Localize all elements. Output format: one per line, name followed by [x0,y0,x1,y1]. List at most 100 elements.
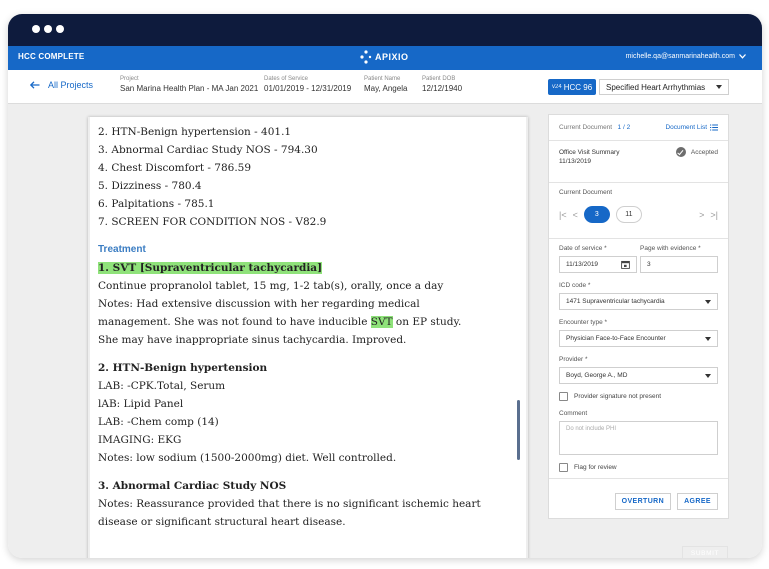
doc-line: 7. SCREEN FOR CONDITION NOS - V82.9 [98,216,327,228]
doc-line: lAB: Lipid Panel [98,398,184,410]
hcc-version: v24 [552,84,562,90]
logo-text: APIXIO [375,52,409,62]
window-dot-icon[interactable] [32,25,40,33]
doc-line: Notes: low sodium (1500-2000mg) diet. We… [98,452,397,464]
icd-label: ICD code * [559,282,591,289]
doc-line: 4. Chest Discomfort - 786.59 [98,162,252,174]
calendar-icon[interactable] [621,260,630,269]
dates-value: 01/01/2019 - 12/31/2019 [264,84,352,93]
doc-line: 5. Dizziness - 780.4 [98,180,202,192]
last-page-icon[interactable]: >| [710,210,718,220]
doc-text: management. She was not found to have in… [98,316,368,328]
doc-date: 11/13/2019 [559,158,592,165]
back-label: All Projects [48,80,94,90]
doc-text: on EP study. [395,316,462,328]
workspace: 2. HTN-Benign hypertension - 401.1 3. Ab… [8,104,762,558]
page-evidence-field[interactable]: 3 [640,256,718,273]
checkbox[interactable] [559,463,568,472]
document-viewer[interactable]: 2. HTN-Benign hypertension - 401.1 3. Ab… [90,117,526,558]
chevron-down-icon [739,54,746,59]
current-document-counter: Current Document 1 / 2 [559,124,631,131]
icd-select[interactable]: 1471 Supraventricular tachycardia [559,293,718,310]
doc-line: Continue propranolol tablet, 15 mg, 1-2 … [98,280,444,292]
agree-button[interactable]: AGREE [677,493,718,510]
overturn-button[interactable]: OVERTURN [614,493,672,510]
document-scrollbar[interactable] [517,400,520,460]
doc-line: 6. Palpitations - 785.1 [98,198,215,210]
chevron-down-icon [705,373,711,378]
encounter-select[interactable]: Physician Face-to-Face Encounter [559,330,718,347]
doc-line: management. She was not found to have in… [98,313,518,331]
encounter-label: Encounter type * [559,319,608,326]
dob-meta: Patient DOB 12/12/1940 [422,76,462,93]
check-circle-icon [675,147,686,157]
hcc-select[interactable]: Specified Heart Arrhythmias [599,79,729,95]
window-dot-icon[interactable] [56,25,64,33]
document-list-link[interactable]: Document List [665,124,718,131]
doc-title: Office Visit Summary [559,148,620,156]
dob-key: Patient DOB [422,76,456,82]
doc-line: 2. HTN-Benign hypertension - 401.1 [98,126,292,138]
doc-line: LAB: -CPK.Total, Serum [98,380,226,392]
submit-button[interactable]: SUBMIT [682,546,728,558]
patient-key: Patient Name [364,76,401,82]
hcc-select-value: Specified Heart Arrhythmias [606,82,706,92]
doc-line: IMAGING: EKG [98,434,182,446]
accepted-status: Accepted [675,147,718,157]
dates-key: Dates of Service [264,76,309,82]
svt-heading-highlight[interactable]: 1. SVT [Supraventricular tachycardia] [98,262,323,274]
prev-page-icon[interactable]: < [573,210,578,220]
dates-meta: Dates of Service 01/01/2019 - 12/31/2019 [264,76,351,93]
treatment-heading: Treatment [98,244,146,255]
flag-checkbox[interactable]: Flag for review [559,463,718,472]
dob-value: 12/12/1940 [422,84,463,93]
provider-select[interactable]: Boyd, George A., MD [559,367,718,384]
chevron-down-icon [705,299,711,304]
doc-nav-header: Current Document 1 / 2 Document List [549,115,728,141]
logo-icon [360,50,372,64]
comment-input[interactable]: Do not include PHI [559,421,718,455]
checkbox[interactable] [559,392,568,401]
date-of-service-label: Date of service * [559,245,607,252]
browser-window: HCC COMPLETE APIXIO michelle.qa@sanmarin… [8,14,762,558]
document-card[interactable]: Office Visit Summary Accepted 11/13/2019 [549,141,728,183]
comment-label: Comment [559,410,588,417]
doc-line: She may have inappropriate sinus tachyca… [98,334,407,346]
doc-line: LAB: -Chem comp (14) [98,416,219,428]
first-page-icon[interactable]: |< [559,210,567,220]
doc-line: disease or significant structural heart … [98,516,346,528]
project-key: Project [120,76,139,82]
user-menu[interactable]: michelle.qa@sanmarinahealth.com [626,53,746,60]
patient-value: May, Angela [364,84,408,93]
acs-heading: 3. Abnormal Cardiac Study NOS [98,480,287,492]
chevron-down-icon [716,85,722,89]
page-navigator: Current Document |< < 3 11 > >| [549,183,728,239]
signature-checkbox[interactable]: Provider signature not present [559,392,718,401]
all-projects-link[interactable]: All Projects [30,80,93,90]
list-icon [710,124,718,131]
app-bar: HCC COMPLETE APIXIO michelle.qa@sanmarin… [8,46,762,70]
back-arrow-icon [30,81,40,89]
date-of-service-field[interactable]: 11/13/2019 [559,256,637,273]
current-document-label: Current Document [559,189,613,196]
next-page-icon[interactable]: > [699,210,704,220]
review-panel: Current Document 1 / 2 Document List Off… [548,114,729,519]
logo: APIXIO [360,50,409,64]
project-header: All Projects Project San Marina Health P… [8,70,762,104]
action-row: OVERTURN AGREE [549,478,728,520]
hcc-badge: v24 HCC 96 [548,79,597,95]
page-button[interactable]: 11 [615,206,642,223]
window-titlebar [8,14,762,46]
project-meta: Project San Marina Health Plan - MA Jan … [120,76,258,93]
htn-heading: 2. HTN-Benign hypertension [98,362,268,374]
svt-evidence-highlight[interactable]: SVT [370,316,393,328]
window-controls [32,25,64,33]
provider-label: Provider * [559,356,588,363]
user-email: michelle.qa@sanmarinahealth.com [625,53,735,60]
window-dot-icon[interactable] [44,25,52,33]
hcc-code: HCC 96 [563,82,593,92]
page-button[interactable]: 3 [583,206,610,223]
chevron-down-icon [705,336,711,341]
annotation-form: Date of service * 11/13/2019 Page with e… [549,239,728,478]
patient-meta: Patient Name May, Angela [364,76,407,93]
